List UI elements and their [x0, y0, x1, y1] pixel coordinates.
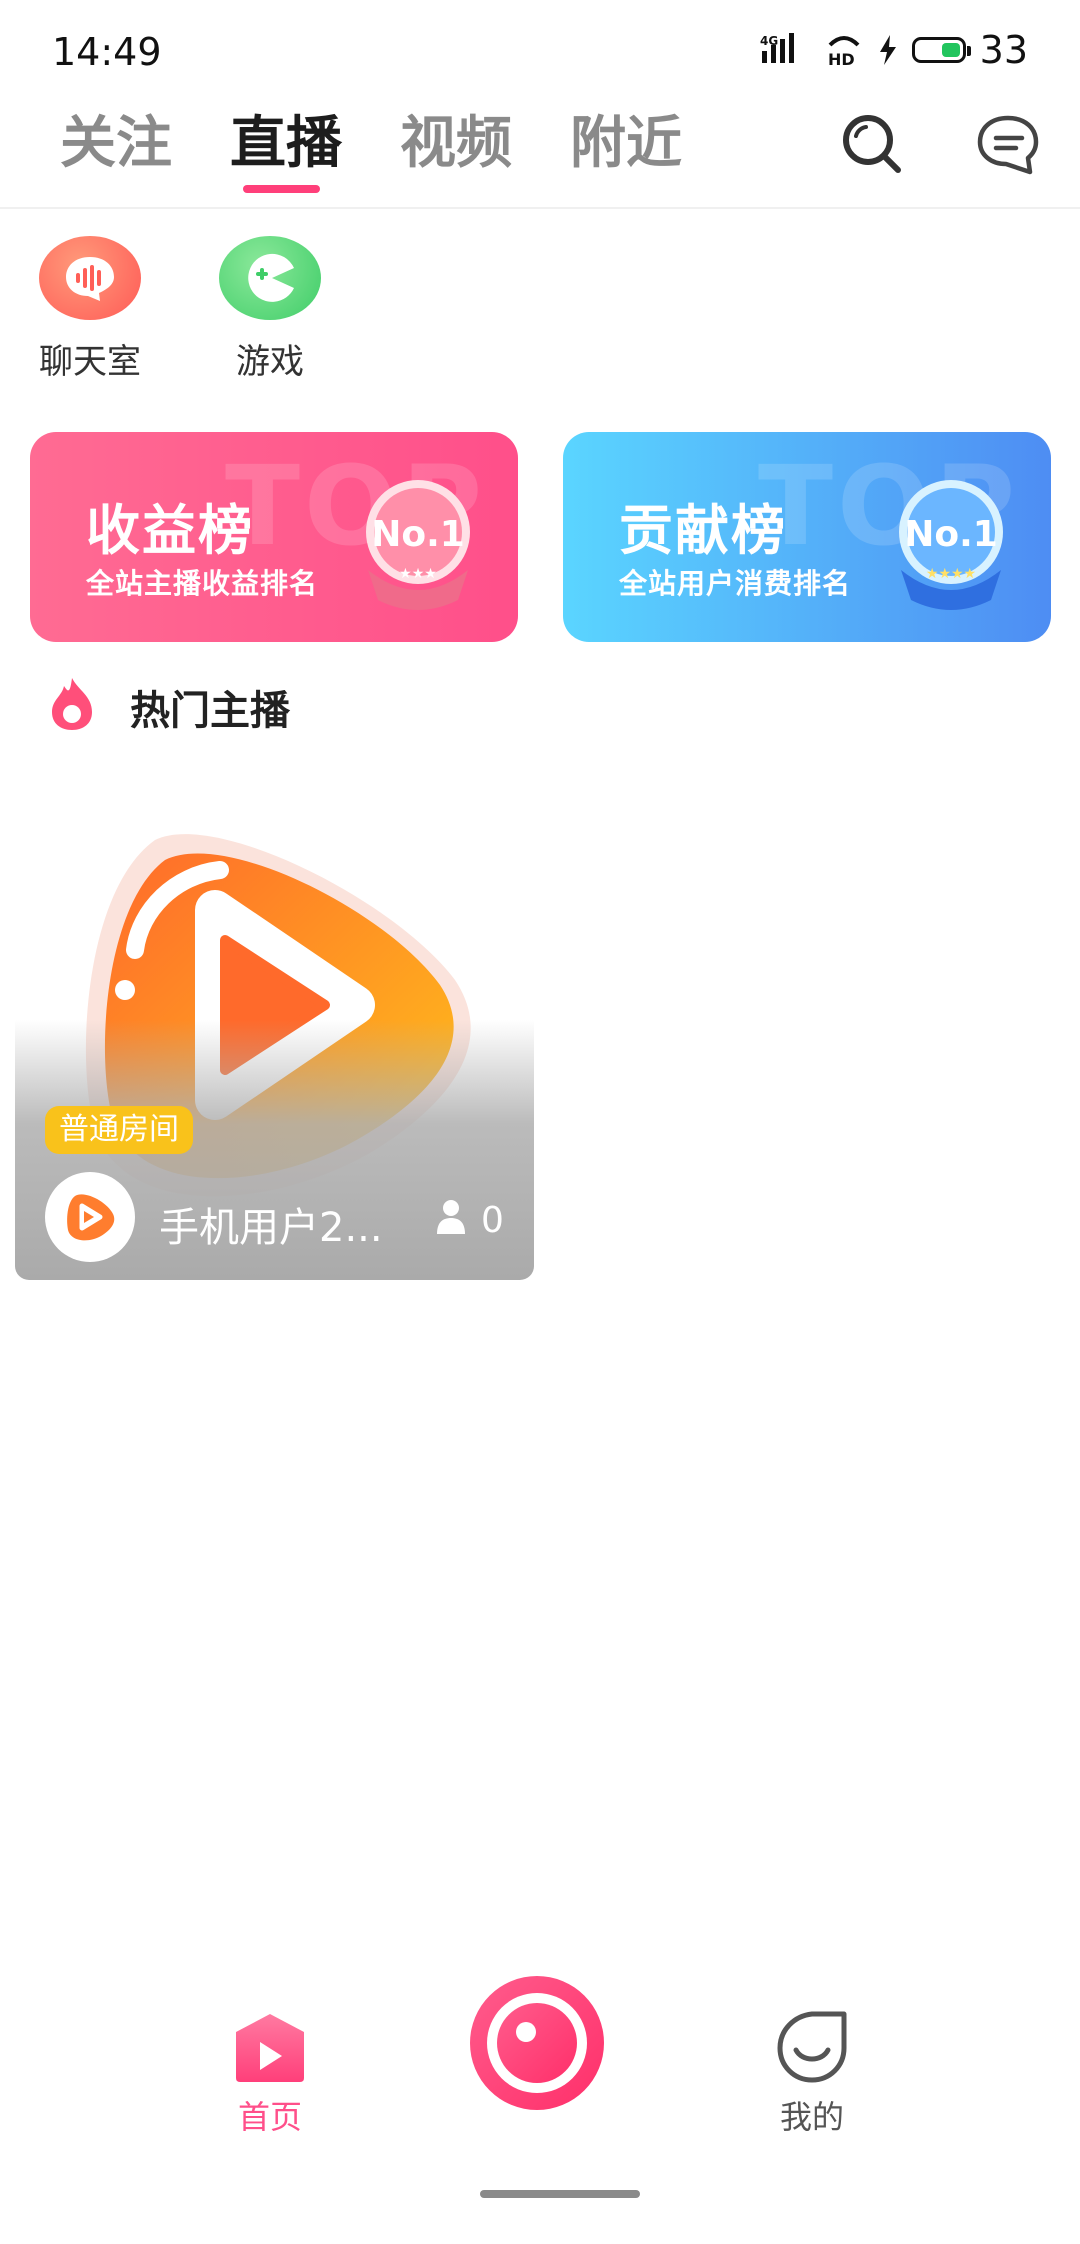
profile-face-icon: [777, 2011, 847, 2083]
status-icons: 4G HD 33: [760, 28, 1028, 72]
game-icon: [219, 236, 321, 320]
status-time: 14:49: [52, 30, 162, 74]
avatar: [45, 1172, 135, 1262]
nav-mine-label: 我的: [779, 2098, 844, 2136]
svg-text:★★★★: ★★★★: [926, 566, 976, 582]
tab-live[interactable]: 直播: [230, 98, 342, 179]
top-tabs: 关注 直播 视频 附近: [60, 98, 682, 179]
income-ranking-subtitle: 全站主播收益排名: [86, 567, 319, 600]
viewer-icon: [437, 1200, 465, 1234]
charging-icon: [879, 35, 896, 65]
medal-text: No.1: [904, 514, 998, 555]
nav-mine[interactable]: 我的: [772, 2010, 852, 2138]
nav-home-label: 首页: [237, 2098, 302, 2136]
voice-chat-icon: [39, 236, 141, 320]
contribution-ranking-title: 贡献榜: [619, 499, 787, 562]
anchor-name: 手机用户2...: [159, 1205, 383, 1251]
medal-text: No.1: [371, 514, 465, 555]
hd-call-icon: HD: [828, 36, 860, 67]
home-indicator[interactable]: [480, 2190, 640, 2198]
header-divider: [0, 207, 1080, 209]
tab-nearby[interactable]: 附近: [570, 98, 682, 179]
tab-video[interactable]: 视频: [400, 98, 512, 179]
message-icon[interactable]: [976, 112, 1040, 176]
game-label: 游戏: [236, 342, 304, 382]
flame-icon: [52, 678, 92, 730]
game-entry[interactable]: 游戏: [200, 236, 340, 383]
hd-label: HD: [828, 50, 855, 67]
tab-follow[interactable]: 关注: [60, 98, 172, 179]
nav-home[interactable]: 首页: [230, 2010, 310, 2138]
contribution-ranking-subtitle: 全站用户消费排名: [619, 567, 852, 600]
search-icon[interactable]: [840, 112, 904, 176]
svg-text:★★★: ★★★: [399, 566, 437, 582]
chatroom-entry[interactable]: 聊天室: [20, 236, 160, 383]
chatroom-label: 聊天室: [39, 342, 141, 382]
room-type-badge: 普通房间: [45, 1106, 193, 1154]
medal-icon: No.1 ★★★: [366, 480, 470, 610]
income-ranking-title: 收益榜: [86, 499, 254, 562]
battery-icon: [911, 37, 971, 63]
live-room-card[interactable]: 普通房间 手机用户2... 0: [15, 800, 534, 1280]
battery-level: 33: [979, 28, 1028, 72]
signal-icon: 4G: [760, 33, 794, 63]
viewer-count: 0: [481, 1200, 504, 1241]
hot-anchors-title: 热门主播: [130, 688, 290, 734]
go-live-camera-button[interactable]: [468, 1974, 606, 2112]
medal-icon: No.1 ★★★★: [899, 480, 1003, 610]
income-ranking-banner[interactable]: TOP 收益榜 全站主播收益排名 No.1 ★★★: [30, 432, 518, 642]
active-tab-indicator: [243, 185, 320, 193]
home-play-icon: [236, 2014, 304, 2082]
contribution-ranking-banner[interactable]: TOP 贡献榜 全站用户消费排名 No.1 ★★★★: [563, 432, 1051, 642]
